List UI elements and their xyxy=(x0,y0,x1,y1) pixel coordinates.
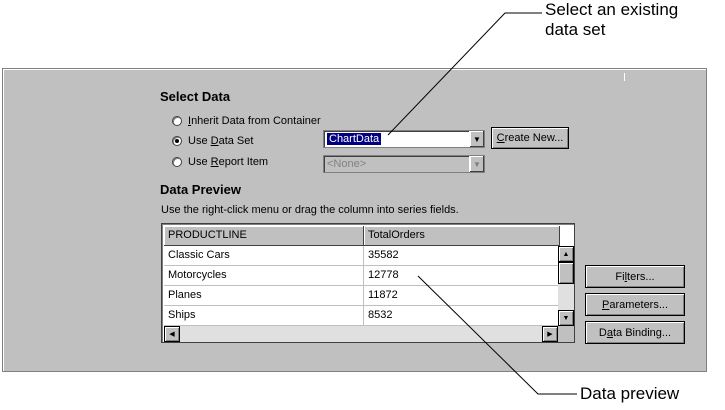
vertical-scrollbar[interactable]: ▲ ▼ xyxy=(558,246,574,326)
table-row[interactable]: Ships 8532 xyxy=(164,306,560,326)
radio-use-data-set-label: Use Data Set xyxy=(188,135,254,147)
callout-select-existing: Select an existing data set xyxy=(545,0,678,40)
column-header-totalorders[interactable]: TotalOrders xyxy=(364,226,560,246)
radio-use-data-set[interactable]: Use Data Set xyxy=(172,135,253,147)
data-preview-grid[interactable]: PRODUCTLINE TotalOrders Classic Cars 355… xyxy=(161,223,575,343)
table-row[interactable]: Classic Cars 35582 xyxy=(164,246,560,266)
radio-inherit-data-button[interactable] xyxy=(172,116,182,126)
arrow-left-icon[interactable]: ◀ xyxy=(164,326,180,342)
table-cell: Motorcycles xyxy=(164,266,364,286)
table-row[interactable]: Planes 11872 xyxy=(164,286,560,306)
radio-inherit-data-label: Inherit Data from Container xyxy=(188,115,321,127)
column-header-productline[interactable]: PRODUCTLINE xyxy=(164,226,364,246)
arrow-right-icon[interactable]: ▶ xyxy=(542,326,558,342)
create-new-button[interactable]: Create New... xyxy=(491,127,569,149)
table-row[interactable]: Motorcycles 12778 xyxy=(164,266,560,286)
select-data-title: Select Data xyxy=(160,89,231,104)
chevron-down-icon[interactable]: ▼ xyxy=(469,131,484,147)
grid-body: Classic Cars 35582 Motorcycles 12778 Pla… xyxy=(164,246,560,326)
arrow-up-icon[interactable]: ▲ xyxy=(558,246,574,262)
chevron-down-icon: ▼ xyxy=(469,156,484,172)
horizontal-scrollbar[interactable]: ◀ ▶ xyxy=(164,326,558,342)
data-preview-title: Data Preview xyxy=(160,182,241,197)
table-cell: 35582 xyxy=(364,246,560,266)
radio-inherit-data[interactable]: Inherit Data from Container xyxy=(172,115,321,127)
scrollbar-corner xyxy=(558,326,574,342)
radio-use-data-set-button[interactable] xyxy=(172,136,182,146)
arrow-down-icon[interactable]: ▼ xyxy=(558,310,574,326)
radio-use-report-item[interactable]: Use Report Item xyxy=(172,156,268,168)
parameters-button[interactable]: Parameters... xyxy=(585,293,685,316)
table-cell: 12778 xyxy=(364,266,560,286)
grid-header: PRODUCTLINE TotalOrders xyxy=(164,226,560,246)
data-set-dropdown[interactable]: ChartData ▼ xyxy=(323,130,485,148)
callout-data-preview: Data preview xyxy=(580,384,680,403)
callout-select-existing-line2: data set xyxy=(545,20,606,39)
radio-use-report-item-button[interactable] xyxy=(172,157,182,167)
data-binding-button[interactable]: Data Binding... xyxy=(585,321,685,344)
radio-use-report-item-label: Use Report Item xyxy=(188,156,269,168)
table-cell: Planes xyxy=(164,286,364,306)
panel-tick-mark xyxy=(624,73,625,81)
data-preview-hint: Use the right-click menu or drag the col… xyxy=(161,204,459,216)
callout-select-existing-line1: Select an existing xyxy=(545,0,679,19)
data-set-value: ChartData xyxy=(327,133,382,145)
vertical-scroll-thumb[interactable] xyxy=(558,262,574,284)
report-item-dropdown: <None> ▼ xyxy=(323,155,485,173)
table-cell: Ships xyxy=(164,306,364,326)
table-cell: 8532 xyxy=(364,306,560,326)
report-item-value: <None> xyxy=(327,158,367,170)
filters-button[interactable]: Filters... xyxy=(585,265,685,288)
table-cell: Classic Cars xyxy=(164,246,364,266)
table-cell: 11872 xyxy=(364,286,560,306)
